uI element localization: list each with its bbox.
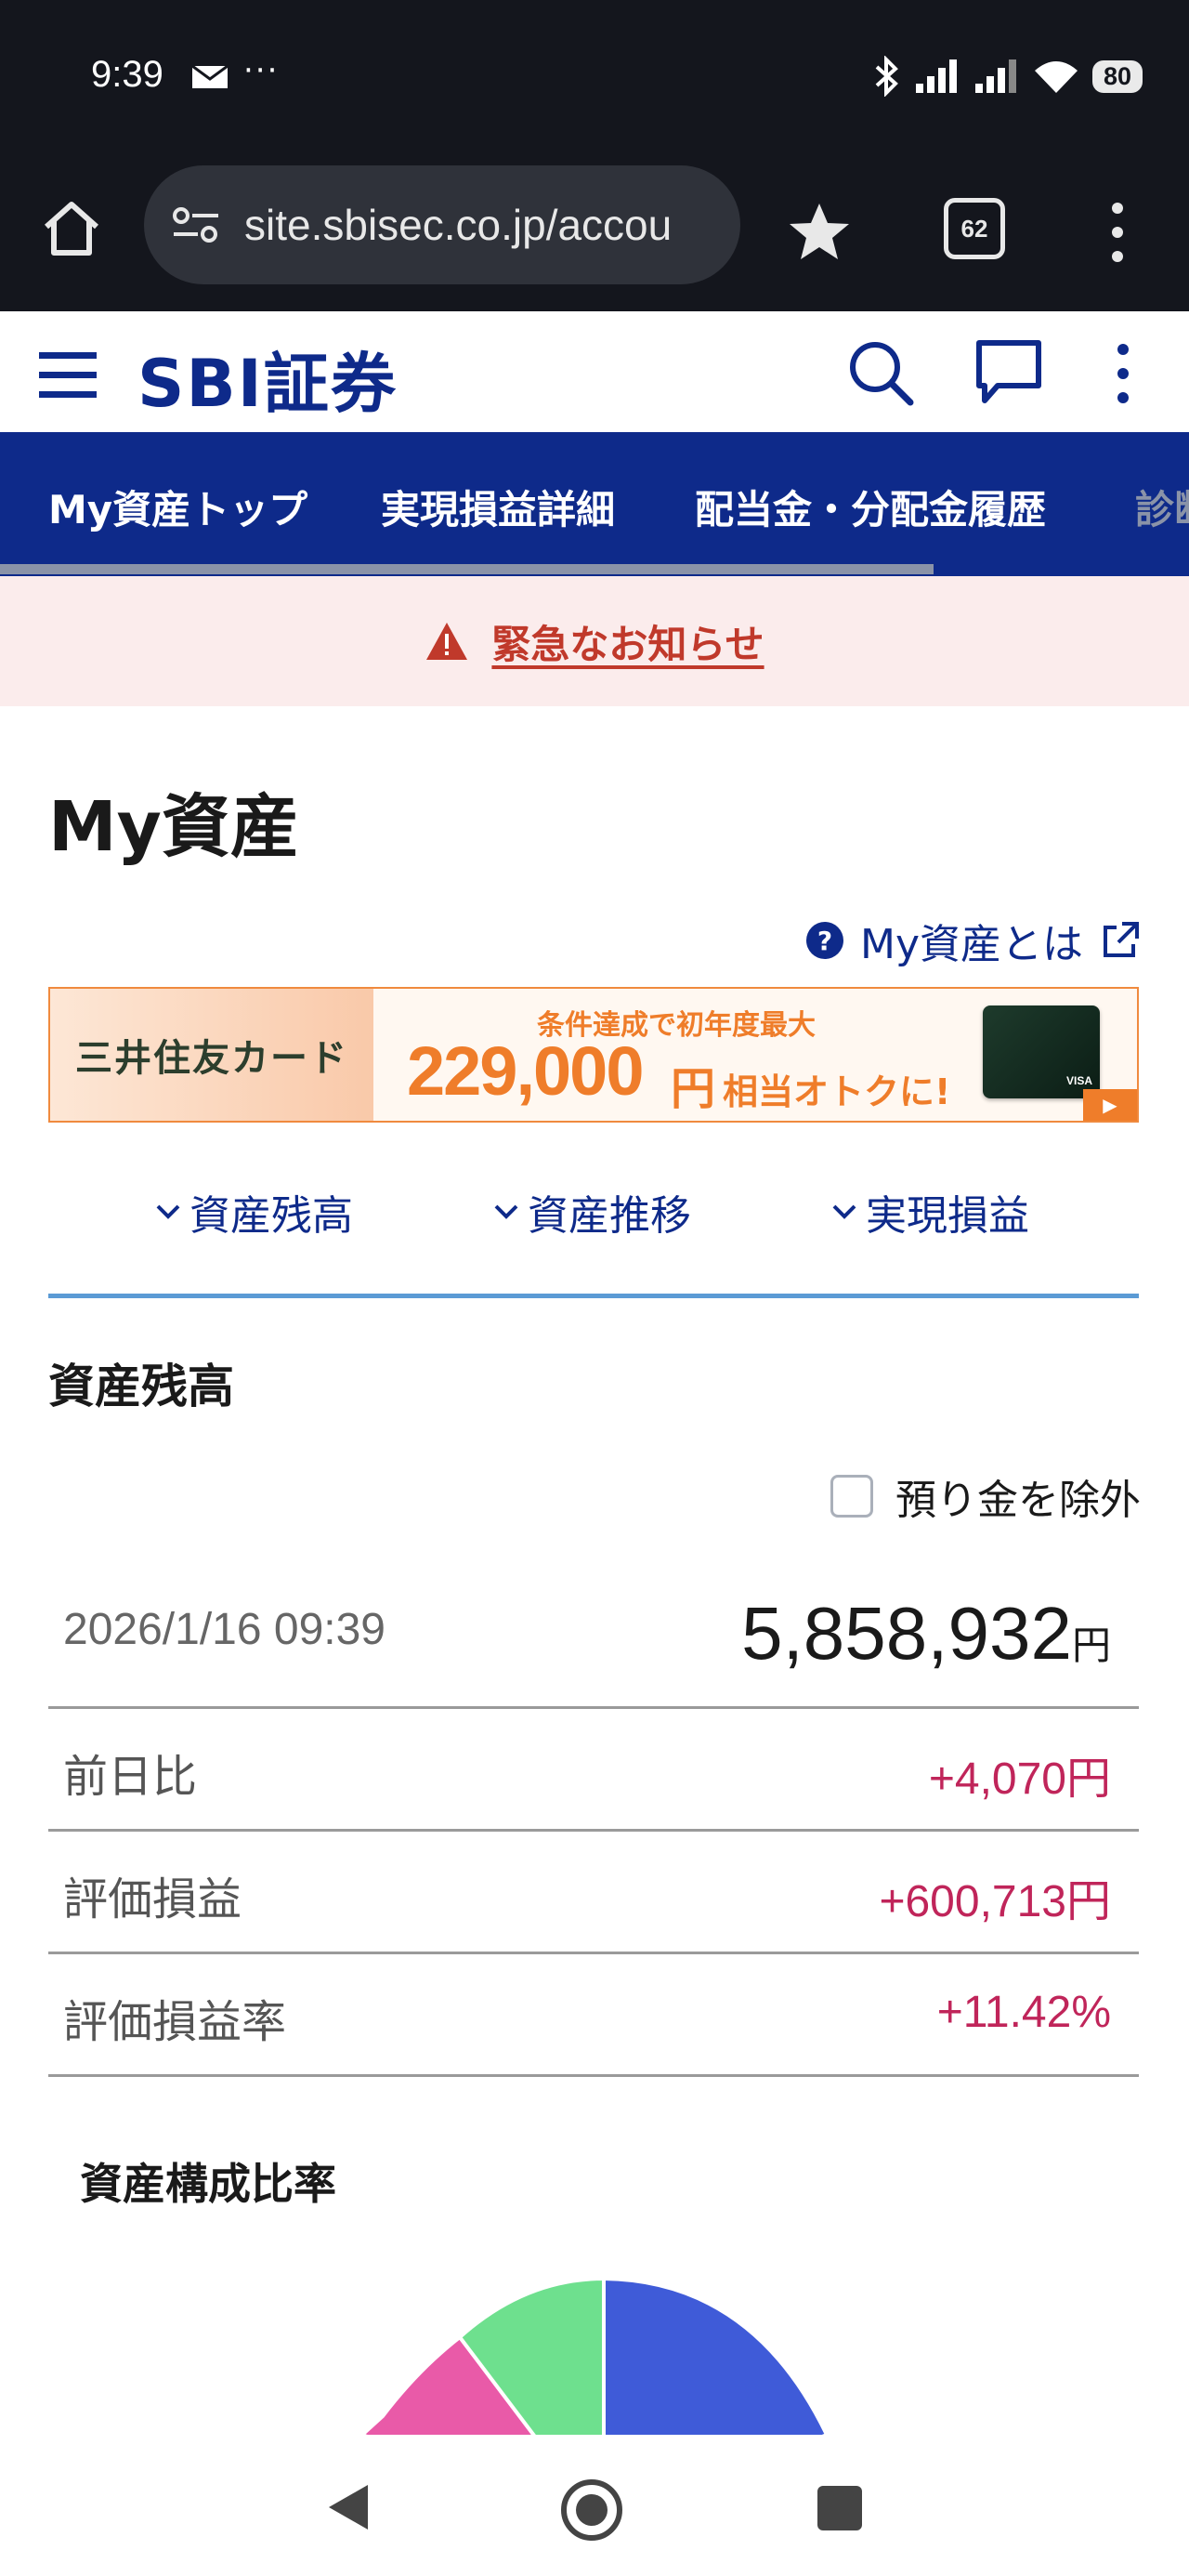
more-notifications-icon: ··· bbox=[243, 52, 280, 89]
anchor-trend[interactable]: 資産推移 bbox=[492, 1182, 691, 1242]
banner-deal: 相当オトクに! bbox=[723, 1071, 951, 1112]
help-icon: ? bbox=[805, 922, 843, 959]
chat-icon[interactable] bbox=[973, 337, 1044, 408]
signal-icon-2 bbox=[974, 59, 1016, 93]
stat-label: 評価損益率 bbox=[63, 1996, 287, 2048]
bookmark-star-icon[interactable] bbox=[788, 200, 851, 263]
bluetooth-icon bbox=[875, 56, 898, 97]
anchor-balance[interactable]: 資産残高 bbox=[154, 1182, 353, 1242]
tab-dividend-history[interactable]: 配当金・分配金履歴 bbox=[695, 479, 1046, 535]
emergency-notice-link[interactable]: 緊急なお知らせ bbox=[491, 613, 764, 670]
system-navigation-bar bbox=[0, 2435, 1189, 2576]
section-anchor-links: 資産残高 資産推移 実現損益 bbox=[48, 1173, 1139, 1298]
signal-icon bbox=[915, 59, 957, 93]
stat-value: +600,713円 bbox=[879, 1877, 1111, 1926]
external-link-icon bbox=[1104, 922, 1139, 957]
banner-brand: 三井住友カード bbox=[50, 989, 373, 1121]
credit-card-image: VISA bbox=[983, 1005, 1100, 1098]
site-header: SBI証券 bbox=[0, 311, 1189, 432]
stat-row-day-change: 前日比 +4,070円 bbox=[48, 1706, 1139, 1832]
address-bar[interactable]: site.sbisec.co.jp/accou bbox=[144, 165, 740, 284]
wifi-icon bbox=[1034, 61, 1078, 93]
browser-menu-icon[interactable] bbox=[1105, 200, 1130, 265]
tab-switcher-button[interactable]: 62 bbox=[944, 198, 1005, 259]
pie-slice-3 bbox=[602, 2276, 830, 2435]
url-text: site.sbisec.co.jp/accou bbox=[244, 201, 673, 249]
emergency-alert-banner: 緊急なお知らせ bbox=[0, 576, 1189, 706]
status-icons: 80 bbox=[873, 54, 1143, 99]
back-icon[interactable] bbox=[325, 2481, 372, 2533]
total-balance: 5,858,932円 bbox=[741, 1591, 1111, 1676]
card-brand: VISA bbox=[1065, 1074, 1092, 1087]
exclude-deposits-checkbox[interactable] bbox=[830, 1475, 873, 1518]
total-balance-value: 5,858,932 bbox=[741, 1592, 1072, 1675]
what-is-my-assets-label: My資産とは bbox=[859, 921, 1083, 968]
stat-value: +4,070円 bbox=[928, 1755, 1111, 1804]
nav-tabs: My資産トップ 実現損益詳細 配当金・分配金履歴 診断 bbox=[0, 432, 1189, 576]
recent-apps-icon[interactable] bbox=[817, 2486, 862, 2530]
page-title: My資産 bbox=[48, 787, 299, 867]
stat-row-unrealized-pl: 評価損益 +600,713円 bbox=[48, 1829, 1139, 1954]
nav-scroll-indicator bbox=[0, 564, 934, 574]
stat-label: 前日比 bbox=[63, 1751, 198, 1803]
total-balance-row: 2026/1/16 09:39 5,858,932円 bbox=[48, 1571, 1139, 1709]
total-balance-unit: 円 bbox=[1071, 1623, 1111, 1667]
mail-icon bbox=[191, 65, 229, 88]
home-icon[interactable] bbox=[39, 195, 104, 260]
tab-realized-pl-detail[interactable]: 実現損益詳細 bbox=[381, 479, 615, 535]
hamburger-menu-icon[interactable] bbox=[39, 347, 98, 402]
site-settings-icon[interactable] bbox=[170, 204, 222, 245]
anchor-realized-pl-label: 実現損益 bbox=[866, 1192, 1029, 1240]
warning-icon bbox=[426, 623, 468, 660]
tab-my-assets-top[interactable]: My資産トップ bbox=[48, 479, 307, 535]
chevron-down-icon bbox=[832, 1204, 856, 1219]
stat-row-unrealized-pl-rate: 評価損益率 +11.42% bbox=[48, 1952, 1139, 2077]
more-options-icon[interactable] bbox=[1111, 341, 1135, 406]
balance-timestamp: 2026/1/16 09:39 bbox=[63, 1605, 385, 1654]
balance-section-title: 資産残高 bbox=[48, 1360, 234, 1413]
status-time: 9:39 bbox=[91, 54, 163, 95]
anchor-realized-pl[interactable]: 実現損益 bbox=[830, 1182, 1029, 1242]
banner-content: 条件達成で初年度最大 229,000 円 相当オトクに! VISA ▶ bbox=[373, 989, 1137, 1121]
sbi-logo[interactable]: SBI証券 bbox=[137, 332, 398, 426]
exclude-deposits-label: 預り金を除外 bbox=[895, 1477, 1141, 1524]
banner-unit: 円 bbox=[671, 1063, 716, 1115]
tab-diagnosis[interactable]: 診断 bbox=[1135, 479, 1189, 535]
search-icon[interactable] bbox=[845, 337, 916, 408]
exclude-deposits-toggle[interactable]: 預り金を除外 bbox=[830, 1466, 1141, 1526]
anchor-trend-label: 資産推移 bbox=[528, 1192, 691, 1240]
anchor-balance-label: 資産残高 bbox=[189, 1192, 353, 1240]
status-bar: 9:39 ··· 80 bbox=[0, 0, 1189, 158]
asset-composition-pie bbox=[362, 2276, 830, 2435]
chevron-down-icon bbox=[156, 1204, 180, 1219]
banner-amount: 229,000 bbox=[407, 1032, 644, 1110]
battery-icon: 80 bbox=[1091, 59, 1143, 93]
banner-arrow-icon: ▶ bbox=[1083, 1089, 1137, 1121]
home-circle-icon[interactable] bbox=[559, 2477, 624, 2543]
composition-title: 資産構成比率 bbox=[80, 2159, 336, 2209]
what-is-my-assets-link[interactable]: ? My資産とは bbox=[805, 911, 1141, 970]
stat-value: +11.42% bbox=[936, 1988, 1111, 2037]
browser-toolbar: site.sbisec.co.jp/accou 62 bbox=[0, 158, 1189, 311]
promo-banner[interactable]: 三井住友カード 条件達成で初年度最大 229,000 円 相当オトクに! VIS… bbox=[48, 987, 1139, 1123]
stat-label: 評価損益 bbox=[63, 1873, 242, 1925]
chevron-down-icon bbox=[494, 1204, 518, 1219]
